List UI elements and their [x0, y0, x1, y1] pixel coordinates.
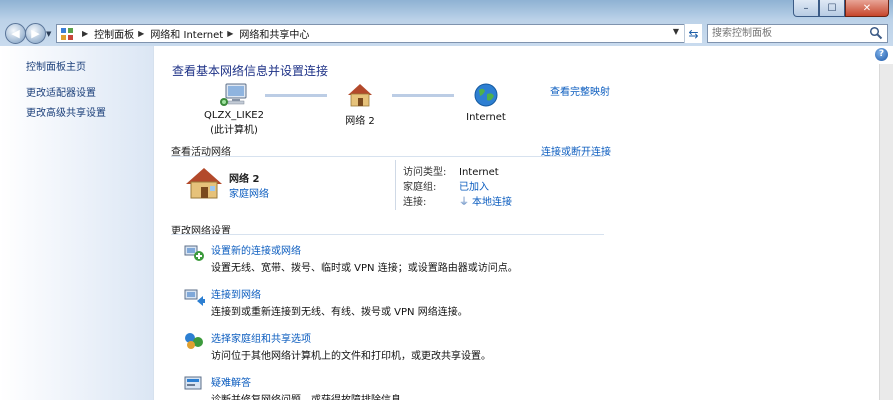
- internet-label: Internet: [466, 112, 506, 123]
- search-input[interactable]: [708, 25, 863, 42]
- breadcrumb-separator-icon[interactable]: ▶: [227, 29, 233, 38]
- arrow-right-icon: ▶: [31, 27, 40, 40]
- info-divider: [395, 160, 396, 210]
- refresh-icon: ⇆: [688, 26, 699, 41]
- breadcrumb-separator-icon[interactable]: ▶: [82, 29, 88, 38]
- globe-icon: [474, 83, 498, 107]
- view-full-map-link[interactable]: 查看完整映射: [550, 83, 610, 98]
- home-network-icon: [348, 84, 372, 107]
- section-divider: [171, 234, 604, 235]
- connect-to-network-desc: 连接到或重新连接到无线、有线、拨号或 VPN 网络连接。: [211, 307, 468, 318]
- map-connector: [265, 94, 327, 97]
- address-dropdown-icon[interactable]: ▼: [673, 27, 679, 36]
- search-icon[interactable]: [869, 26, 883, 40]
- homegroup-row: 家庭组: 已加入: [403, 178, 489, 193]
- maximize-button[interactable]: ☐: [819, 0, 845, 17]
- window-controls: – ☐ ✕: [793, 0, 889, 17]
- map-node-computer[interactable]: QLZX_LIKE2 (此计算机): [198, 82, 270, 136]
- computer-sub: (此计算机): [210, 125, 258, 136]
- sidebar-item-change-advanced-sharing[interactable]: 更改高级共享设置: [26, 104, 106, 119]
- back-button[interactable]: ◀: [5, 23, 26, 44]
- homegroup-label: 家庭组:: [403, 182, 437, 193]
- vertical-scrollbar[interactable]: [879, 64, 893, 400]
- sidebar-item-change-adapter-settings[interactable]: 更改适配器设置: [26, 84, 96, 99]
- breadcrumb-network-internet[interactable]: 网络和 Internet: [150, 26, 223, 41]
- breadcrumb-network-sharing-center[interactable]: 网络和共享中心: [239, 26, 309, 41]
- new-connection-icon: [184, 245, 204, 261]
- homegroup-sharing-desc: 访问位于其他网络计算机上的文件和打印机，或更改共享设置。: [211, 351, 491, 362]
- breadcrumb-separator-icon[interactable]: ▶: [138, 29, 144, 38]
- setup-new-connection-desc: 设置无线、宽带、拨号、临时或 VPN 连接；或设置路由器或访问点。: [211, 263, 518, 274]
- title-bar: – ☐ ✕: [0, 0, 893, 20]
- network-name: 网络 2: [345, 116, 375, 127]
- access-type-row: 访问类型: Internet: [403, 163, 499, 178]
- homegroup-icon: [185, 333, 203, 349]
- breadcrumb: ▶ 控制面板 ▶ 网络和 Internet ▶ 网络和共享中心: [78, 26, 309, 41]
- home-network-large-icon: [186, 168, 222, 199]
- map-connector: [392, 94, 454, 97]
- refresh-button[interactable]: ⇆: [684, 24, 702, 43]
- close-button[interactable]: ✕: [845, 0, 889, 17]
- map-node-network[interactable]: 网络 2: [330, 82, 390, 127]
- ethernet-plug-icon: ⏚: [459, 197, 469, 208]
- left-navigation-pane: 控制面板主页 更改适配器设置 更改高级共享设置: [0, 46, 154, 400]
- access-type-value: Internet: [459, 167, 499, 178]
- troubleshoot-icon: [184, 376, 202, 390]
- connect-network-icon: [184, 289, 205, 306]
- active-network-name: 网络 2: [229, 174, 260, 185]
- local-connection-link[interactable]: 本地连接: [472, 197, 512, 208]
- forward-button[interactable]: ▶: [25, 23, 46, 44]
- address-toolbar: ◀ ▶ ▼ ▶ 控制面板 ▶ 网络和 Internet ▶ 网络和共享中心 ▼ …: [0, 20, 893, 46]
- homegroup-joined-link[interactable]: 已加入: [459, 182, 489, 193]
- network-type-link[interactable]: 家庭网络: [229, 185, 269, 200]
- access-type-label: 访问类型:: [403, 167, 447, 178]
- troubleshoot-link[interactable]: 疑难解答: [211, 374, 251, 389]
- connection-label: 连接:: [403, 197, 427, 208]
- control-panel-icon: [61, 27, 73, 40]
- setup-new-connection-link[interactable]: 设置新的连接或网络: [211, 242, 301, 257]
- sidebar-item-control-panel-home[interactable]: 控制面板主页: [26, 58, 86, 73]
- section-divider: [171, 156, 604, 157]
- help-icon: ?: [878, 49, 885, 59]
- connect-to-network-link[interactable]: 连接到网络: [211, 286, 261, 301]
- map-node-internet[interactable]: Internet: [456, 82, 516, 123]
- computer-icon: [220, 83, 247, 106]
- page-title: 查看基本网络信息并设置连接: [172, 64, 329, 78]
- computer-name: QLZX_LIKE2: [204, 110, 264, 121]
- search-box[interactable]: [707, 24, 888, 43]
- help-button[interactable]: ?: [875, 48, 888, 61]
- breadcrumb-control-panel[interactable]: 控制面板: [94, 26, 134, 41]
- troubleshoot-desc: 诊断并修复网络问题，或获得故障排除信息。: [211, 391, 411, 400]
- recent-pages-dropdown[interactable]: ▼: [46, 30, 51, 38]
- homegroup-sharing-link[interactable]: 选择家庭组和共享选项: [211, 330, 311, 345]
- connection-row: 连接: ⏚ 本地连接: [403, 193, 512, 208]
- address-bar[interactable]: ▶ 控制面板 ▶ 网络和 Internet ▶ 网络和共享中心 ▼: [56, 24, 702, 43]
- arrow-left-icon: ◀: [11, 27, 20, 40]
- minimize-button[interactable]: –: [793, 0, 819, 17]
